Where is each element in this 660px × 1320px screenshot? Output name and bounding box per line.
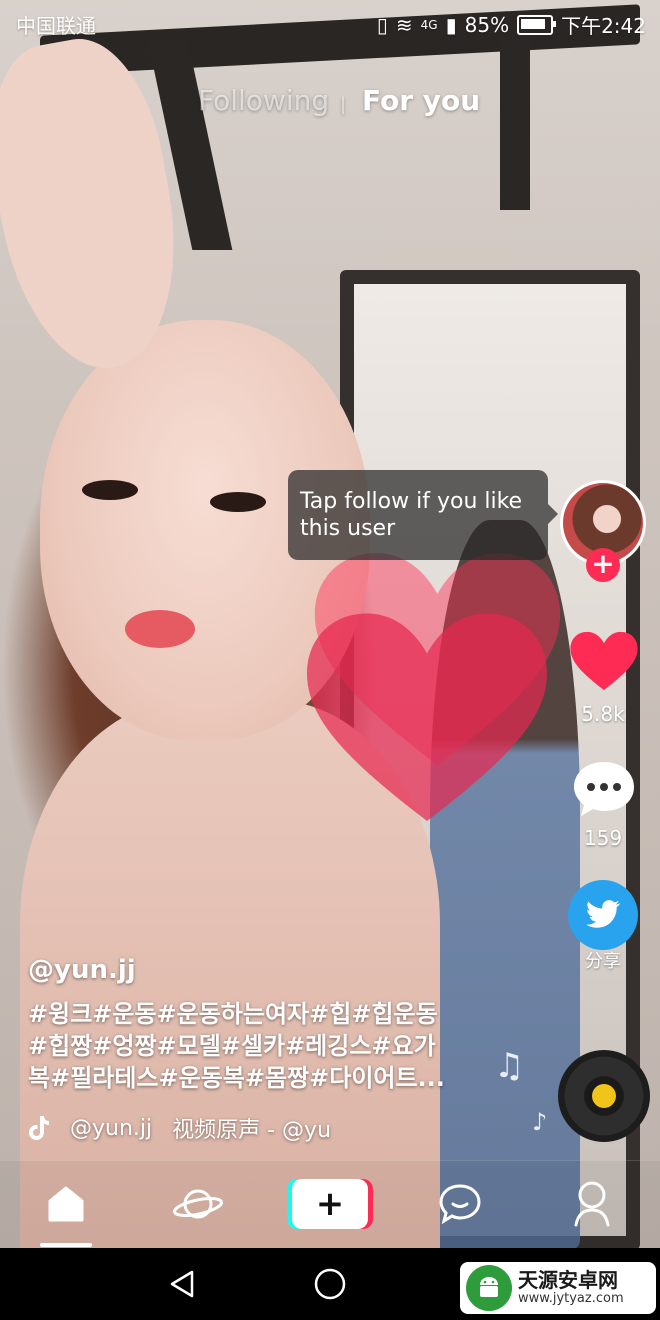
post-caption[interactable]: #윙크#운동#운동하는여자#힙#힙운동 #힙짱#엉짱#모델#셀카#레깅스#요가 … xyxy=(28,998,478,1094)
home-circle-icon[interactable] xyxy=(312,1266,348,1302)
network-label: 4G xyxy=(420,17,438,32)
profile-icon xyxy=(574,1181,610,1227)
share-label: 分享 xyxy=(585,951,621,972)
carrier-label: 中国联通 xyxy=(16,14,96,38)
caption-line: 복#필라테스#운동복#몸짱#다이어트... xyxy=(28,1064,445,1092)
music-title: 视频原声 - @yu xyxy=(172,1118,332,1143)
comment-button[interactable] xyxy=(568,758,640,824)
discover-icon xyxy=(172,1189,224,1219)
tiktok-music-icon xyxy=(29,1116,49,1140)
music-note-icon: ♫ xyxy=(494,1046,525,1086)
share-button[interactable] xyxy=(568,880,640,950)
like-count: 5.8k xyxy=(581,702,625,726)
watermark-title: 天源安卓网 xyxy=(518,1268,618,1292)
tab-separator: | xyxy=(340,94,347,115)
like-button[interactable] xyxy=(568,630,640,698)
watermark-url: www.jytyaz.com xyxy=(518,1291,624,1306)
music-username: @yun.jj xyxy=(70,1115,153,1141)
comment-icon xyxy=(574,762,634,816)
tab-following[interactable]: Following xyxy=(198,84,329,117)
floating-heart-icon xyxy=(302,605,552,837)
bottom-nav: + xyxy=(0,1160,660,1249)
caption-line: #힙짱#엉짱#모델#셀카#레깅스#요가 xyxy=(28,1032,436,1060)
music-disc-core xyxy=(592,1084,616,1108)
create-button[interactable]: + xyxy=(292,1179,368,1229)
tab-for-you[interactable]: For you xyxy=(362,84,480,117)
nav-profile[interactable] xyxy=(562,1179,622,1229)
post-username[interactable]: @yun.jj xyxy=(28,955,136,985)
nav-home[interactable] xyxy=(36,1179,96,1229)
caption-line: #윙크#운동#운동하는여자#힙#힙운동 xyxy=(28,1000,438,1028)
signal-icon: ▮ xyxy=(445,12,457,37)
create-icon: + xyxy=(315,1184,345,1224)
battery-percent: 85% xyxy=(464,12,510,37)
eye xyxy=(210,492,266,512)
follow-tooltip: Tap follow if you like this user xyxy=(288,470,558,560)
home-icon xyxy=(48,1186,84,1222)
back-icon[interactable] xyxy=(166,1268,198,1300)
lips xyxy=(125,610,195,648)
music-note-icon: ♪ xyxy=(532,1108,548,1136)
follow-button[interactable]: + xyxy=(586,548,620,582)
wifi-icon: ≋ xyxy=(395,12,413,37)
heart-icon xyxy=(570,631,638,690)
android-logo-icon xyxy=(466,1265,512,1311)
feed-tabs: Following | For you xyxy=(0,84,660,128)
vibrate-icon: ▯ xyxy=(376,12,388,37)
inbox-icon xyxy=(439,1184,481,1225)
nav-inbox[interactable] xyxy=(430,1179,490,1229)
battery-icon xyxy=(517,14,557,35)
twitter-bird-icon xyxy=(586,900,620,928)
clock: 下午2:42 xyxy=(561,14,646,38)
music-info[interactable]: @yun.jj 视频原声 - @yu xyxy=(28,1112,331,1144)
site-watermark: 天源安卓网 www.jytyaz.com xyxy=(460,1262,656,1314)
active-tab-indicator xyxy=(40,1243,92,1247)
eye xyxy=(82,480,138,500)
nav-discover[interactable] xyxy=(168,1179,228,1229)
comment-count: 159 xyxy=(583,826,623,850)
music-disc-button[interactable] xyxy=(558,1050,650,1142)
share-icon-circle xyxy=(568,880,638,950)
status-bar: 中国联通 ▯ ≋ 4G ▮ 85% 下午2:42 xyxy=(0,0,660,44)
